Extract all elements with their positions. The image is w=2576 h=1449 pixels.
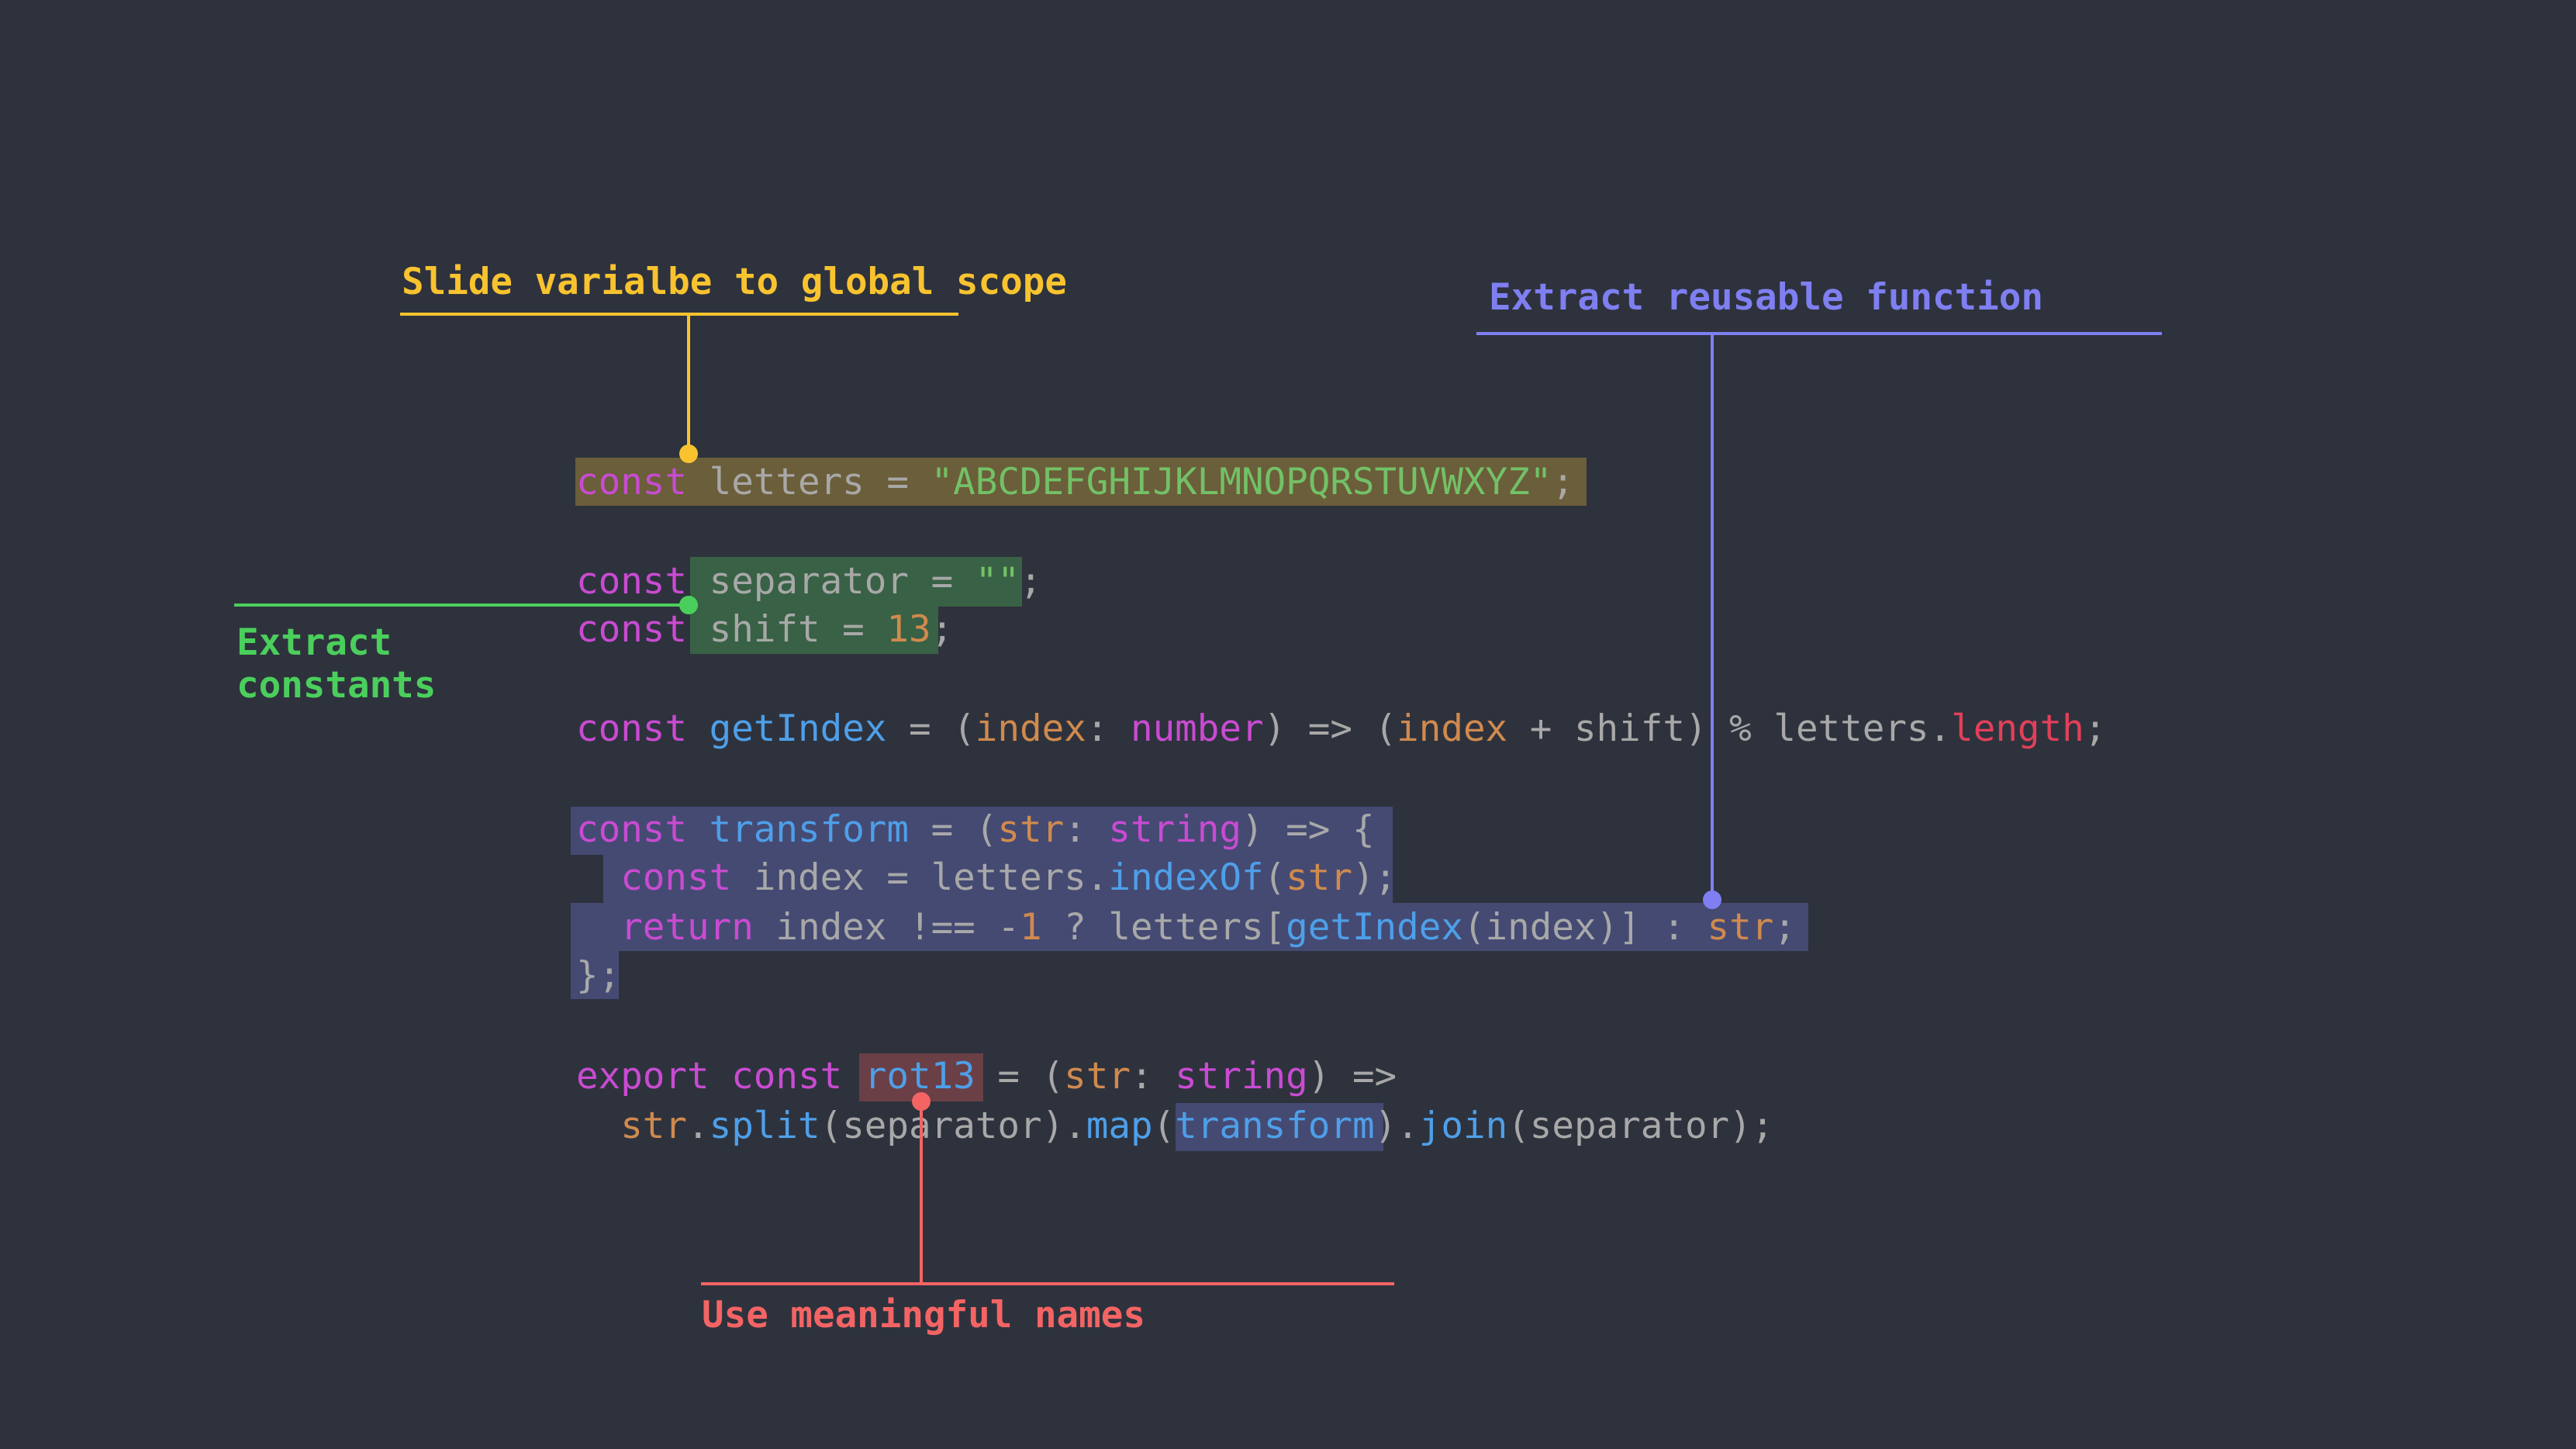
- annotation-extract-constants-line2: constants: [237, 664, 437, 707]
- punctuation: ;: [1552, 461, 1574, 503]
- keyword: export const: [576, 1055, 843, 1098]
- annotation-slide-variable: Slide varialbe to global scope: [402, 261, 1067, 303]
- code-line-export: export const rot13 = (str: string) =>: [576, 1052, 1397, 1101]
- punctuation: :: [1064, 808, 1109, 851]
- purple-anchor-dot: [1703, 890, 1721, 909]
- expression: (index)] :: [1462, 906, 1708, 949]
- expression: + shift) % letters.: [1507, 707, 1952, 750]
- yellow-connector: [687, 314, 690, 454]
- punctuation: (: [1263, 856, 1286, 899]
- function-name: getIndex: [709, 707, 887, 750]
- punctuation: ;: [1019, 560, 1042, 603]
- type-name: string: [1175, 1055, 1308, 1098]
- expression: index !== -: [753, 906, 1020, 949]
- punctuation: ;: [2084, 707, 2107, 750]
- punctuation: = (: [886, 707, 975, 750]
- function-reference: transform: [1175, 1105, 1375, 1147]
- punctuation: (: [1152, 1105, 1176, 1147]
- method-name: map: [1086, 1105, 1153, 1147]
- code-line-shift: const shift = 13;: [576, 605, 953, 655]
- function-name: rot13: [864, 1055, 975, 1098]
- keyword: return: [620, 906, 754, 949]
- red-underline: [701, 1282, 1394, 1285]
- code-line-return: return index !== -1 ? letters[getIndex(i…: [576, 903, 1796, 953]
- code-line-transform: const transform = (str: string) => {: [576, 805, 1375, 855]
- punctuation: :: [1130, 1055, 1176, 1098]
- purple-connector: [1711, 334, 1714, 900]
- method-name: split: [709, 1105, 820, 1147]
- parameter: index: [975, 707, 1086, 750]
- expression: ? letters[: [1041, 906, 1286, 949]
- identifier: separator =: [687, 560, 975, 603]
- keyword: const: [576, 560, 687, 603]
- punctuation: = (: [975, 1055, 1065, 1098]
- code-line-separator: const separator = "";: [576, 557, 1042, 607]
- string-literal: "": [975, 560, 1020, 603]
- punctuation: };: [576, 954, 621, 997]
- type-name: string: [1108, 808, 1241, 851]
- red-connector: [920, 1101, 923, 1285]
- keyword: const: [620, 856, 732, 899]
- parameter: str: [1286, 856, 1352, 899]
- keyword: const: [576, 707, 687, 750]
- identifier: shift =: [687, 608, 887, 651]
- expression: (separator).: [820, 1105, 1086, 1147]
- punctuation: ) => {: [1241, 808, 1375, 851]
- property: length: [1951, 707, 2084, 750]
- expression: index = letters.: [731, 856, 1109, 899]
- parameter: str: [1064, 1055, 1131, 1098]
- punctuation: = (: [909, 808, 998, 851]
- parameter: index: [1397, 707, 1508, 750]
- annotation-meaningful-names: Use meaningful names: [702, 1294, 1145, 1337]
- purple-underline: [1476, 332, 2162, 335]
- function-call: getIndex: [1286, 906, 1463, 949]
- green-connector: [234, 603, 690, 607]
- function-name: transform: [709, 808, 909, 851]
- type-name: number: [1130, 707, 1264, 750]
- method-name: indexOf: [1108, 856, 1264, 899]
- punctuation: );: [1352, 856, 1397, 899]
- green-anchor-dot: [679, 596, 698, 614]
- punctuation: ) =>: [1307, 1055, 1397, 1098]
- keyword: const: [576, 808, 687, 851]
- parameter: str: [997, 808, 1065, 851]
- number-literal: 13: [886, 608, 931, 651]
- code-line-close-brace: };: [576, 951, 620, 1001]
- yellow-underline: [400, 313, 958, 316]
- punctuation: ) => (: [1263, 707, 1397, 750]
- method-name: join: [1418, 1105, 1508, 1147]
- code-line-split-map-join: str.split(separator).map(transform).join…: [576, 1101, 1773, 1151]
- punctuation: .: [687, 1105, 710, 1147]
- punctuation: ).: [1374, 1105, 1419, 1147]
- parameter: str: [1707, 906, 1774, 949]
- keyword: const: [576, 461, 687, 503]
- punctuation: ;: [1773, 906, 1796, 949]
- code-line-getindex: const getIndex = (index: number) => (ind…: [576, 704, 2106, 754]
- code-line-index: const index = letters.indexOf(str);: [576, 853, 1397, 903]
- number-literal: 1: [1019, 906, 1042, 949]
- annotation-extract-constants-line1: Extract: [237, 621, 392, 664]
- red-anchor-dot: [912, 1092, 931, 1111]
- keyword: const: [576, 608, 687, 651]
- expression: (separator);: [1507, 1105, 1774, 1147]
- string-literal: "ABCDEFGHIJKLMNOPQRSTUVWXYZ": [931, 461, 1552, 503]
- yellow-anchor-dot: [679, 444, 698, 463]
- annotation-extract-function: Extract reusable function: [1489, 276, 2043, 319]
- identifier: letters =: [687, 461, 931, 503]
- punctuation: ;: [931, 608, 954, 651]
- parameter: str: [620, 1105, 687, 1147]
- punctuation: :: [1086, 707, 1131, 750]
- code-line-letters: const letters = "ABCDEFGHIJKLMNOPQRSTUVW…: [576, 458, 1574, 507]
